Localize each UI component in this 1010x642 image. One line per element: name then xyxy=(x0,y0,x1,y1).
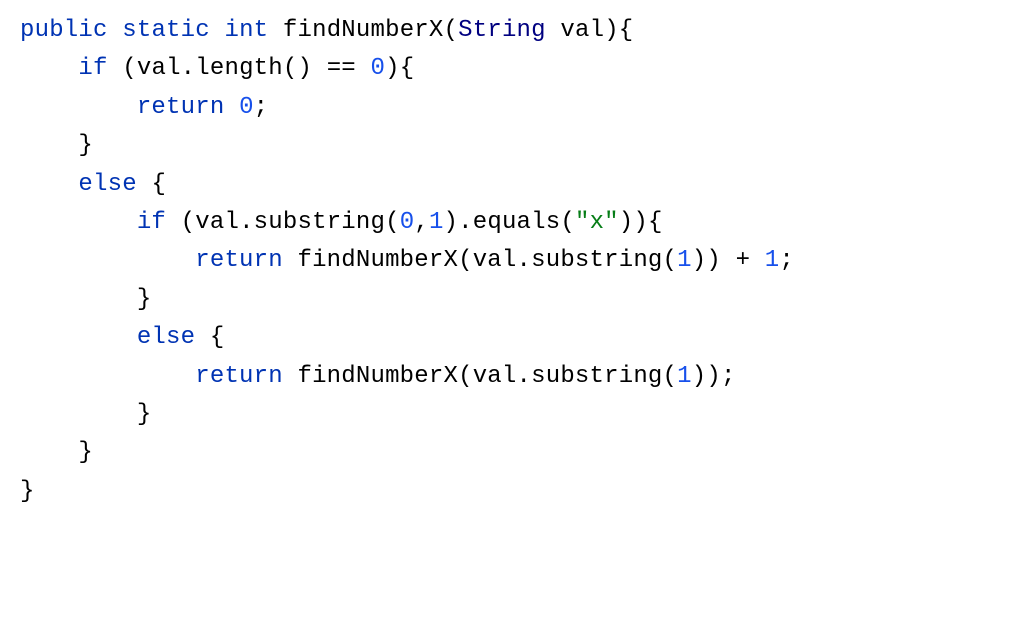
code-line-2: if (val.length() == 0){ xyxy=(20,50,990,88)
code-line-1: public static int findNumberX(String val… xyxy=(20,12,990,50)
keyword-int: int xyxy=(224,17,268,44)
method-name: findNumberX xyxy=(283,17,444,44)
code-line-3: return 0; xyxy=(20,89,990,127)
param-val: val xyxy=(560,17,604,44)
code-editor: public static int findNumberX( String val… xyxy=(20,12,990,511)
code-line-13: } xyxy=(20,473,990,511)
keyword-public: public xyxy=(20,17,108,44)
code-line-5: else { xyxy=(20,166,990,204)
code-line-9: else { xyxy=(20,319,990,357)
literal-zero: 0 xyxy=(239,94,254,121)
code-line-12: } xyxy=(20,434,990,472)
keyword-static: static xyxy=(122,17,210,44)
keyword-else: else xyxy=(137,324,195,351)
recursive-call: findNumberX( xyxy=(297,363,472,390)
keyword-if: if xyxy=(78,55,107,82)
code-line-7: return findNumberX(val.substring(1)) + 1… xyxy=(20,242,990,280)
keyword-return: return xyxy=(195,363,283,390)
keyword-else: else xyxy=(78,171,136,198)
keyword-return: return xyxy=(195,247,283,274)
keyword-if: if xyxy=(137,209,166,236)
keyword-return: return xyxy=(137,94,225,121)
literal-zero: 0 xyxy=(371,55,386,82)
type-string: String xyxy=(458,17,546,44)
code-line-4: } xyxy=(20,127,990,165)
code-line-6: if (val.substring(0,1).equals("x")){ xyxy=(20,204,990,242)
string-literal-x: "x" xyxy=(575,209,619,236)
code-line-10: return findNumberX(val.substring(1)); xyxy=(20,358,990,396)
code-line-11: } xyxy=(20,396,990,434)
code-line-8: } xyxy=(20,281,990,319)
recursive-call: findNumberX( xyxy=(297,247,472,274)
